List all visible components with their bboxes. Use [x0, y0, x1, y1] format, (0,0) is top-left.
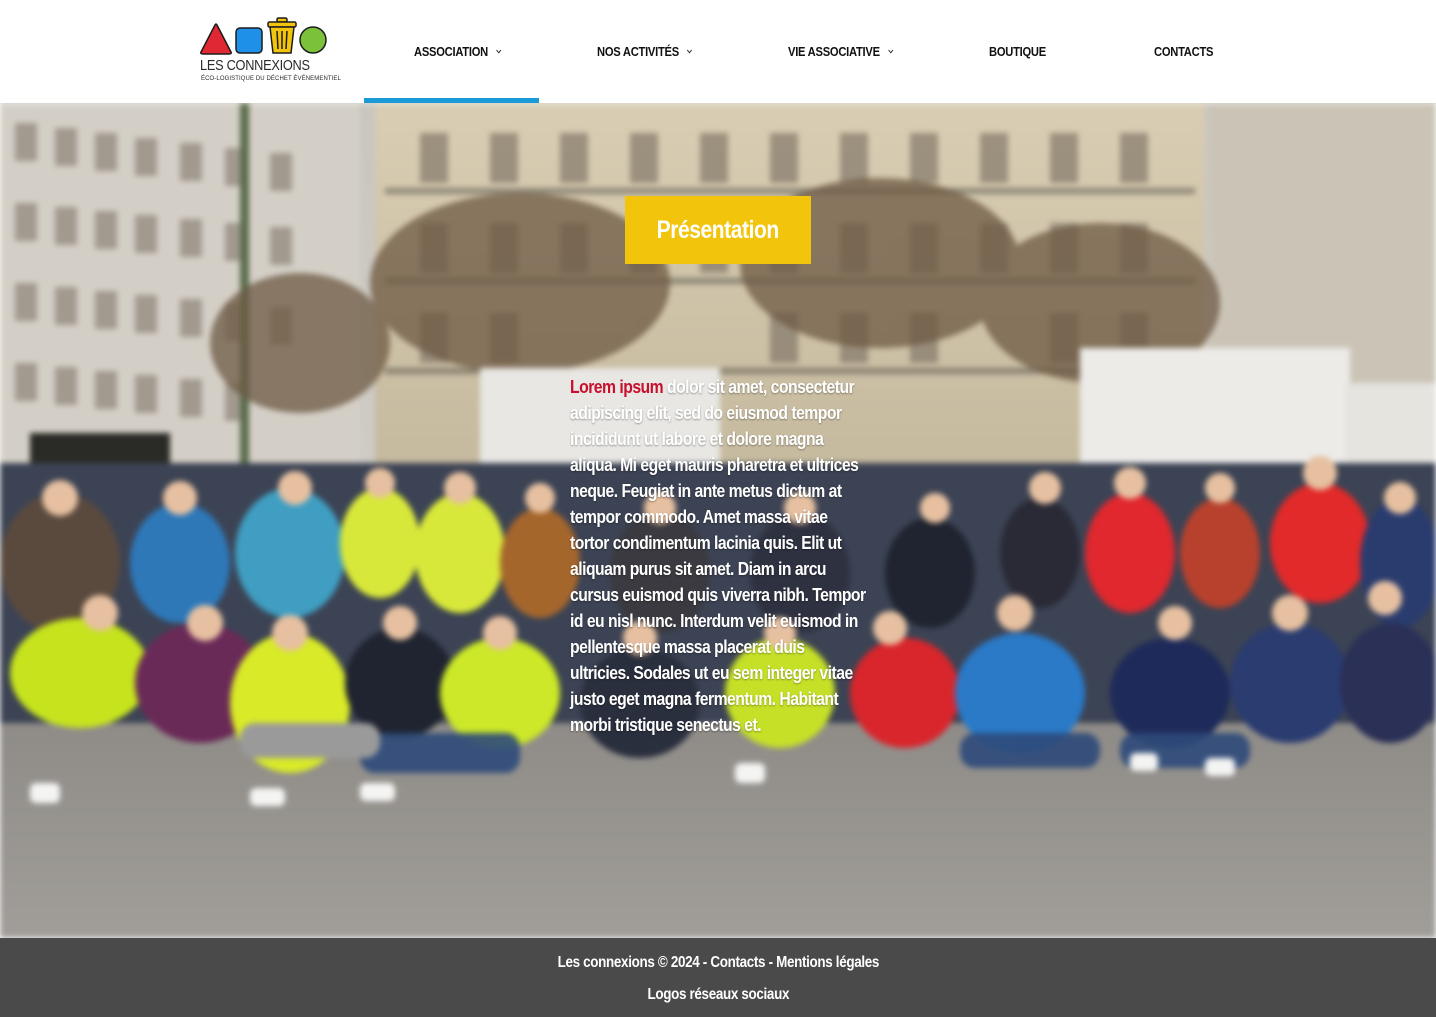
- site-footer: Les connexions © 2024 - Contacts - Menti…: [0, 938, 1436, 1017]
- site-header: LES CONNEXIONS ÉCO-LOGISTIQUE DU DÉCHET …: [0, 0, 1436, 103]
- hero-description: Lorem ipsum dolor sit amet, consectetur …: [570, 374, 870, 738]
- chevron-down-icon: [687, 49, 693, 54]
- presentation-button-label: Présentation: [656, 215, 780, 244]
- nav-item-nos-activites[interactable]: NOS ACTIVITÉS: [597, 40, 693, 62]
- footer-links-row: Les connexions © 2024 - Contacts - Menti…: [0, 954, 1436, 972]
- footer-legal-link[interactable]: Mentions légales: [776, 954, 879, 971]
- hero-description-lead: Lorem ipsum: [570, 376, 664, 397]
- footer-copyright: Les connexions © 2024: [557, 954, 700, 971]
- nav-active-indicator: [364, 98, 539, 103]
- nav-item-contacts[interactable]: CONTACTS: [1154, 40, 1213, 62]
- chevron-down-icon: [496, 49, 502, 54]
- nav-item-boutique[interactable]: BOUTIQUE: [989, 40, 1046, 62]
- nav-item-label: ASSOCIATION: [414, 43, 488, 59]
- nav-item-vie-associative[interactable]: VIE ASSOCIATIVE: [788, 40, 894, 62]
- presentation-button[interactable]: Présentation: [625, 196, 811, 264]
- hero-section: Présentation Lorem ipsum dolor sit amet,…: [0, 103, 1436, 938]
- footer-contacts-link[interactable]: Contacts: [710, 954, 765, 971]
- nav-item-association[interactable]: ASSOCIATION: [414, 40, 502, 62]
- chevron-down-icon: [888, 49, 894, 54]
- footer-social-logos[interactable]: Logos réseaux sociaux: [647, 986, 789, 1004]
- nav-item-label: CONTACTS: [1154, 43, 1214, 59]
- nav-item-label: NOS ACTIVITÉS: [597, 43, 679, 59]
- main-nav: ASSOCIATION NOS ACTIVITÉS VIE ASSOCIATIV…: [0, 0, 1436, 103]
- nav-item-label: BOUTIQUE: [989, 43, 1046, 59]
- hero-description-body: dolor sit amet, consectetur adipiscing e…: [570, 376, 866, 735]
- footer-social-row: Logos réseaux sociaux: [0, 986, 1436, 1004]
- footer-separator: -: [699, 954, 711, 971]
- nav-item-label: VIE ASSOCIATIVE: [788, 43, 880, 59]
- footer-separator: -: [764, 954, 776, 971]
